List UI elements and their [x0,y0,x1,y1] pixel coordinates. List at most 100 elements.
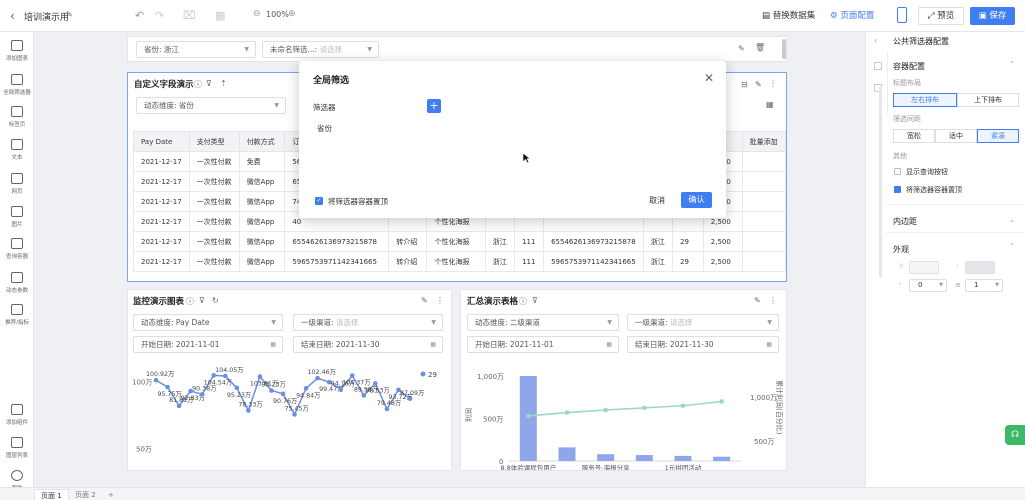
province-filter-select[interactable]: 省份: 浙江 ▼ [136,41,256,58]
scrollbar[interactable] [879,87,882,277]
cancel-button[interactable]: 取消 [649,195,665,206]
dimension-select[interactable]: 动态维度: 省份 ▼ [136,97,286,114]
close-icon[interactable]: ✕ [704,71,714,85]
more-icon[interactable]: ⋮ [769,79,777,88]
page-config-button[interactable]: ⚙ 页面配置 [830,9,874,21]
pencil-icon[interactable]: ✎ [738,44,745,53]
chevron-up-icon[interactable]: ⌃ [1009,60,1015,68]
support-float-button[interactable]: ☊ [1005,425,1025,445]
scrollbar[interactable] [782,39,786,59]
table-row[interactable]: 2021-12-17 一次性付款 微信App 59657539711423416… [133,251,787,272]
sidebar-item-metric[interactable]: 推荐/指标 [0,304,34,326]
pin-filter-checkbox[interactable]: ✓ [315,197,323,205]
preview-button[interactable]: ⤢ 预览 [918,7,964,25]
zoom-out-icon[interactable]: ⊖ [253,9,261,19]
filter-off-icon[interactable]: ⊽ [532,296,538,305]
filter-off-icon[interactable]: ⊽ [199,296,205,305]
data-label: 104.37万 [342,379,370,387]
table-header-cell[interactable]: 批量添加 [741,131,787,152]
pin-container-checkbox[interactable] [894,186,901,193]
sidebar-item-query-container[interactable]: 查询容器 [0,238,34,260]
trash-icon[interactable]: 🗑 [755,43,765,52]
summary-chart-panel[interactable]: 汇总演示表格 ⓘ ⊽ ✎ ⋮ 动态维度: 二级渠道 ▼ 一级渠道: 请选择 ▼ 开始… [460,289,787,471]
y2-tick-label: 500万 [754,438,774,446]
replace-dataset-button[interactable]: ▤ 替换数据集 [762,9,815,21]
format-painter-icon[interactable]: ⌧ [183,9,196,22]
border-width-input[interactable]: 1 ▼ [965,279,1003,292]
info-icon[interactable]: ⓘ [186,296,194,307]
layout-left-right-option[interactable]: 左右排布 [893,93,957,107]
sidebar-item-global-filter[interactable]: 全局筛选器 [0,74,34,96]
info-icon[interactable]: ⓘ [194,79,202,90]
table-cell: 一次性付款 [188,211,240,232]
tab-page-1[interactable]: 页面 1 [34,489,69,500]
end-date-picker[interactable]: 结束日期: 2021-11-30 ▦ [627,336,779,353]
sidebar-item-add-component[interactable]: 添加组件 [0,404,34,426]
save-button[interactable]: ▣ 保存 [970,7,1015,25]
start-date-picker[interactable]: 开始日期: 2021-11-01 ▦ [133,336,283,353]
mobile-icon[interactable] [897,7,907,23]
data-point [246,408,251,413]
table-header-cell[interactable]: Pay Date [133,131,190,152]
sidebar-item-layers[interactable]: 图层列表 [0,437,34,459]
more-icon[interactable]: ⋮ [436,296,444,305]
export-icon[interactable]: ⊟ [741,80,748,89]
chevron-left-icon[interactable]: ‹ [10,9,15,23]
layout-top-bottom-option[interactable]: 上下排布 [957,93,1019,107]
mouse-cursor-icon [522,152,531,164]
sidebar-item-text[interactable]: 文本 [0,139,34,161]
info-icon[interactable]: ⓘ [519,296,527,307]
unnamed-filter-select[interactable]: 未命名筛选...: 请选择 ▼ [262,41,379,58]
sidebar-item-add-chart[interactable]: 添加图表 [0,40,34,62]
monitor-chart-panel[interactable]: 监控演示图表 ⓘ ⊽ ↻ ✎ ⋮ 动态维度: Pay Date ▼ 一级渠道: 请… [127,289,452,471]
collapse-icon[interactable]: ‹ [874,36,877,45]
add-page-button[interactable]: + [102,489,120,500]
confirm-button[interactable]: 确认 [681,192,712,208]
pencil-icon[interactable]: ✎ [754,296,761,305]
more-icon[interactable]: ⋮ [769,296,777,305]
radius-input[interactable]: 0 ▼ [909,279,947,292]
channel-select[interactable]: 一级渠道: 请选择 ▼ [293,314,443,331]
redo-icon[interactable]: ↷ [155,9,164,22]
filter-item-province[interactable]: 省份 [317,123,332,134]
channel-select[interactable]: 一级渠道: 请选择 ▼ [627,314,779,331]
dimension-select[interactable]: 动态维度: 二级渠道 ▼ [467,314,619,331]
filter-off-icon[interactable]: ⊽ [206,79,212,88]
undo-icon[interactable]: ↶ [135,9,144,22]
add-filter-button[interactable]: + [427,99,441,113]
calendar-icon[interactable]: ▦ [766,100,774,109]
global-filter-container[interactable]: 省份: 浙江 ▼ 未命名筛选...: 请选择 ▼ ✎ 🗑 [127,36,787,62]
refresh-icon[interactable]: ↻ [212,296,219,305]
dimension-select[interactable]: 动态维度: Pay Date ▼ [133,314,283,331]
chevron-down-icon[interactable]: ⌄ [1009,216,1015,224]
show-query-checkbox[interactable] [894,168,901,175]
pencil-icon[interactable]: ✎ [755,80,762,89]
pin-icon[interactable]: ⇡ [220,79,227,88]
zoom-in-icon[interactable]: ⊕ [288,9,296,19]
border-color-input[interactable] [965,261,995,274]
tab-page-2[interactable]: 页面 2 [69,489,102,500]
data-point [315,375,320,381]
pencil-icon[interactable]: ✎ [66,10,73,19]
sidebar-item-webpage[interactable]: 网页 [0,173,34,195]
align-icon[interactable]: ▦ [215,9,225,22]
spacing-loose-option[interactable]: 宽松 [893,129,935,143]
section-appearance: 外观 [893,245,909,254]
spacing-tight-option[interactable]: 紧凑 [977,129,1019,143]
table-header-cell[interactable]: 付款方式 [238,131,286,152]
table-header-cell[interactable]: 支付类型 [188,131,240,152]
sidebar-item-image[interactable]: 图片 [0,206,34,228]
sidebar-item-tabs[interactable]: 标签页 [0,106,34,128]
table-row[interactable]: 2021-12-17 一次性付款 微信App 65546261369732158… [133,231,787,252]
top-bar: ‹ 培训演示用 ✎ ↶ ↷ ⌧ ▦ ⊖ 100% ⊕ ▤ 替换数据集 ⚙ 页面配… [0,0,1025,32]
background-color-input[interactable] [909,261,939,274]
calendar-icon: ▦ [766,341,772,348]
end-date-picker[interactable]: 结束日期: 2021-11-30 ▦ [293,336,443,353]
chevron-up-icon[interactable]: ⌃ [1009,242,1015,250]
panel-title: 汇总演示表格 [467,297,519,307]
spacing-mid-option[interactable]: 适中 [935,129,977,143]
tab-icon[interactable] [874,62,882,70]
pencil-icon[interactable]: ✎ [421,296,428,305]
start-date-picker[interactable]: 开始日期: 2021-11-01 ▦ [467,336,619,353]
sidebar-item-dynamic-params[interactable]: 动态参数 [0,272,34,294]
